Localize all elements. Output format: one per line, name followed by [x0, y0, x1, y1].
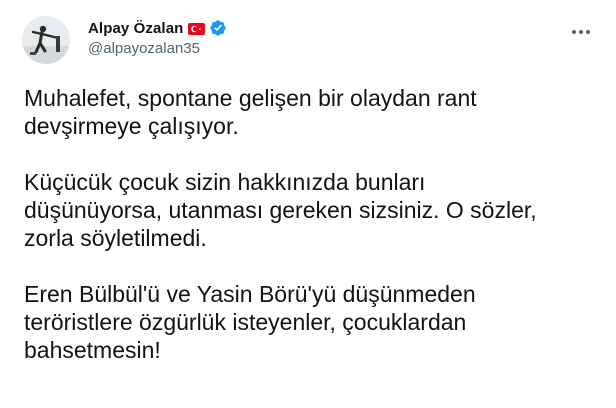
- tweet-text: Muhalefet, spontane gelişen bir olaydan …: [24, 84, 604, 392]
- tweet-line: teröristlere özgürlük isteyenler, çocukl…: [24, 309, 467, 335]
- author-display-name[interactable]: Alpay Özalan: [88, 20, 183, 37]
- tweet-line: Küçücük çocuk sizin hakkınızda bunları: [24, 169, 426, 195]
- tweet-paragraph: Eren Bülbül'ü ve Yasin Börü'yü düşünmede…: [24, 280, 604, 364]
- name-row: Alpay Özalan: [88, 17, 227, 39]
- verified-badge-icon: [209, 19, 227, 37]
- tweet-paragraph: Muhalefet, spontane gelişen bir olaydan …: [24, 84, 604, 140]
- tweet-line: bahsetmesin!: [24, 337, 161, 363]
- more-options-icon[interactable]: [566, 20, 596, 44]
- turkey-flag-icon: [188, 22, 206, 35]
- avatar-image: [22, 16, 70, 64]
- tweet-line: devşirmeye çalışıyor.: [24, 113, 239, 139]
- tweet-line: Eren Bülbül'ü ve Yasin Börü'yü düşünmede…: [24, 281, 476, 307]
- tweet-card: Alpay Özalan @alpayozalan35 Muhalefet, s…: [0, 0, 616, 408]
- tweet-header: Alpay Özalan @alpayozalan35: [88, 17, 227, 57]
- tweet-line: düşünüyorsa, utanması gereken sizsiniz. …: [24, 197, 537, 223]
- tweet-line: zorla söyletilmedi.: [24, 225, 207, 251]
- tweet-line: Muhalefet, spontane gelişen bir olaydan …: [24, 85, 477, 111]
- tweet-paragraph: Küçücük çocuk sizin hakkınızda bunları d…: [24, 168, 604, 252]
- avatar[interactable]: [22, 16, 70, 64]
- author-handle[interactable]: @alpayozalan35: [88, 40, 227, 57]
